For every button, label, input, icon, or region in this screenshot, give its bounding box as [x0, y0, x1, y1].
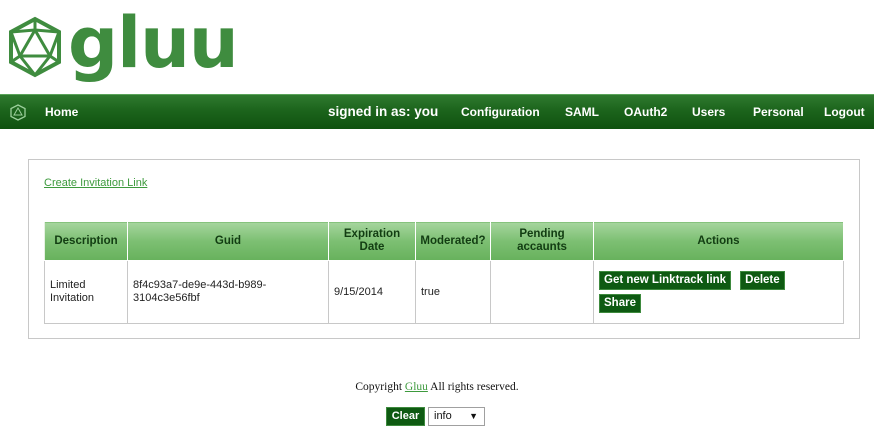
cell-pending: [490, 260, 594, 324]
copyright-prefix: Copyright: [355, 381, 403, 393]
col-moderated: Moderated?: [415, 221, 491, 261]
col-actions: Actions: [593, 221, 844, 261]
nav-oauth2[interactable]: OAuth2: [624, 105, 667, 119]
cell-moderated: true: [415, 260, 491, 324]
cell-actions: Get new Linktrack link Delete Share: [593, 260, 844, 324]
nav-personal[interactable]: Personal: [753, 105, 804, 119]
top-navbar: Home signed in as: you Configuration SAM…: [0, 94, 874, 129]
gluu-footer-link[interactable]: Gluu: [405, 381, 428, 393]
signed-in-label: signed in as: you: [328, 104, 439, 119]
share-button[interactable]: Share: [599, 294, 641, 313]
table-row: Limited Invitation 8f4c93a7-de9e-443d-b9…: [44, 260, 844, 324]
invitations-panel: Create Invitation Link Description Guid …: [28, 159, 860, 339]
chevron-down-icon: ▼: [469, 411, 478, 421]
gluu-logo-text: gluu: [68, 2, 239, 84]
gluu-logo-icon: [9, 16, 61, 78]
gluu-nav-icon[interactable]: [10, 104, 26, 121]
cell-description: Limited Invitation: [44, 260, 128, 324]
footer: Copyright Gluu All rights reserved.: [0, 381, 874, 393]
log-level-value: info: [434, 410, 452, 422]
cell-guid: 8f4c93a7-de9e-443d-b989-3104c3e56fbf: [127, 260, 329, 324]
gluu-logo: gluu: [6, 2, 239, 86]
clear-button[interactable]: Clear: [386, 407, 425, 426]
col-guid: Guid: [127, 221, 329, 261]
get-linktrack-link-button[interactable]: Get new Linktrack link: [599, 271, 732, 290]
cell-expiration: 9/15/2014: [328, 260, 416, 324]
col-pending: Pending accaunts: [490, 221, 594, 261]
create-invitation-link[interactable]: Create Invitation Link: [44, 177, 147, 189]
col-expiration-date: Expiration Date: [328, 221, 416, 261]
invitations-table: Description Guid Expiration Date Moderat…: [44, 221, 844, 324]
nav-configuration[interactable]: Configuration: [461, 105, 540, 119]
delete-button[interactable]: Delete: [740, 271, 785, 290]
copyright-suffix: All rights reserved.: [430, 381, 519, 393]
log-level-select[interactable]: info ▼: [428, 407, 485, 426]
table-header-row: Description Guid Expiration Date Moderat…: [44, 221, 844, 261]
nav-users[interactable]: Users: [692, 105, 725, 119]
nav-home[interactable]: Home: [45, 105, 78, 119]
nav-saml[interactable]: SAML: [565, 105, 599, 119]
nav-logout[interactable]: Logout: [824, 105, 865, 119]
col-description: Description: [44, 221, 128, 261]
